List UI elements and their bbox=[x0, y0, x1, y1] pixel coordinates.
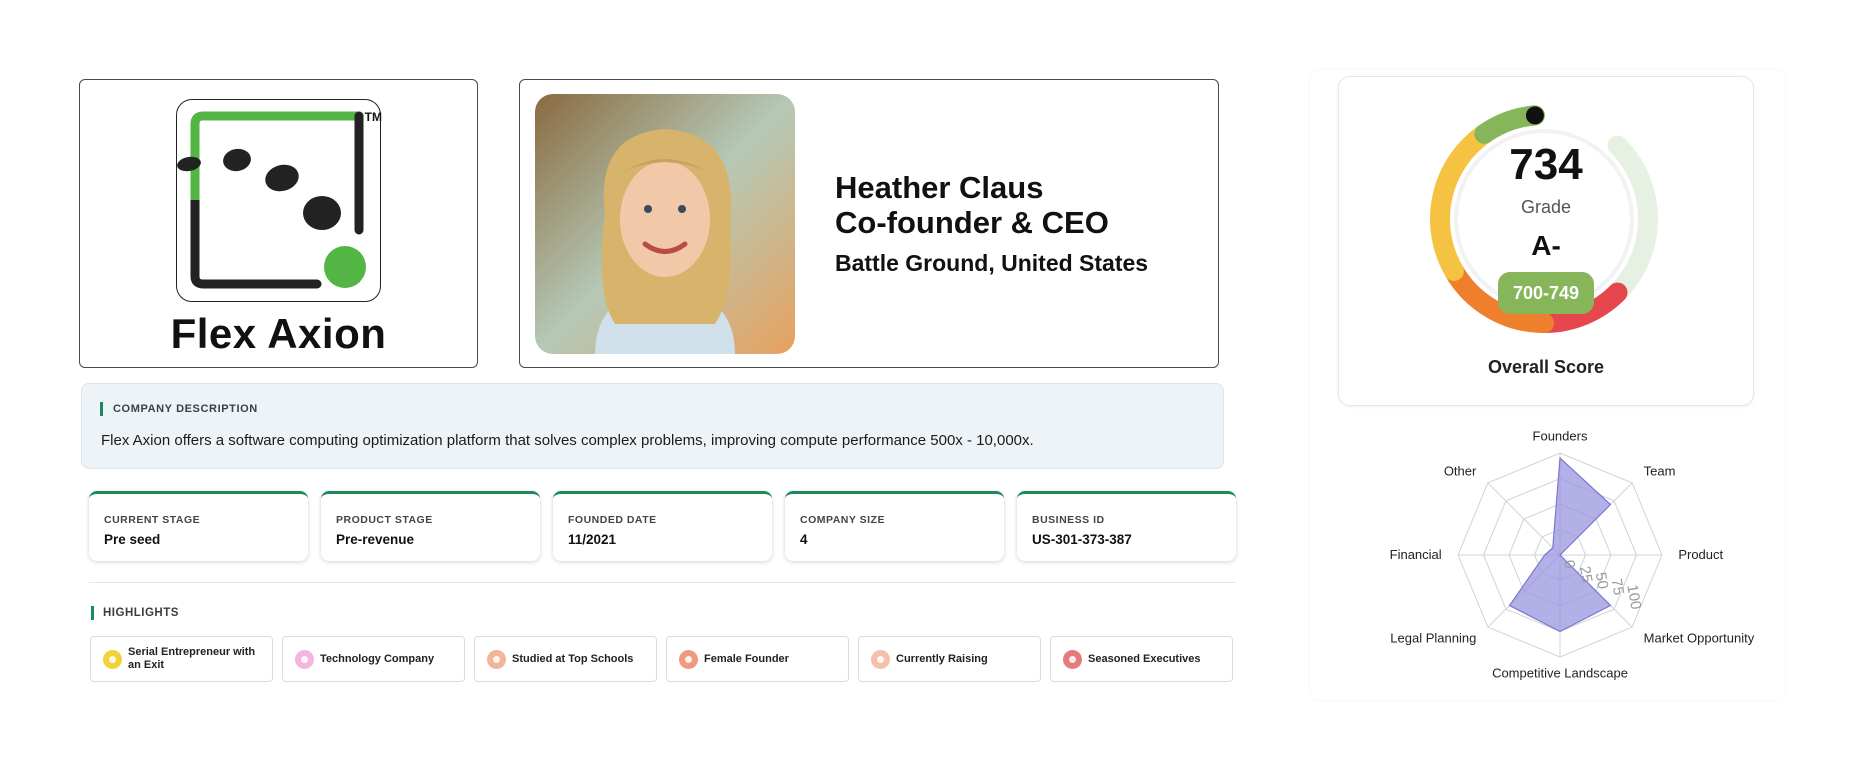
highlight-label: Studied at Top Schools bbox=[512, 652, 634, 665]
score-grade: A- bbox=[1531, 230, 1561, 261]
stat-label: PRODUCT STAGE bbox=[336, 514, 433, 526]
radar-axis-label: Market Opportunity bbox=[1644, 631, 1755, 646]
founder-role: Co-founder & CEO bbox=[835, 205, 1109, 240]
company-description-panel: COMPANY DESCRIPTION Flex Axion offers a … bbox=[81, 383, 1224, 469]
founder-name: Heather Claus bbox=[835, 170, 1044, 205]
radar-axis-label: Founders bbox=[1533, 429, 1588, 444]
score-value: 734 bbox=[1509, 140, 1583, 189]
stat-value: 4 bbox=[800, 532, 808, 547]
radar-axis-label: Legal Planning bbox=[1390, 631, 1476, 646]
radar-tick-label: 0 bbox=[1560, 559, 1578, 570]
stat-label: COMPANY SIZE bbox=[800, 514, 885, 526]
stat-label: CURRENT STAGE bbox=[104, 514, 201, 526]
radar-axis-label: Financial bbox=[1390, 547, 1442, 562]
stat-company-size: COMPANY SIZE 4 bbox=[785, 491, 1004, 561]
radar-axis-label: Competitive Landscape bbox=[1492, 665, 1628, 680]
radar-axis-label: Other bbox=[1444, 463, 1477, 478]
radar-tick-label: 100 bbox=[1623, 583, 1644, 611]
highlight-chip[interactable]: Serial Entrepreneur with an Exit bbox=[90, 636, 273, 682]
stat-value: Pre seed bbox=[104, 532, 161, 547]
highlight-chip[interactable]: Technology Company bbox=[282, 636, 465, 682]
user-icon bbox=[1063, 650, 1082, 669]
lightbulb-icon bbox=[103, 650, 122, 669]
highlight-label: Currently Raising bbox=[896, 652, 988, 665]
radar-axis-label: Team bbox=[1644, 463, 1676, 478]
radar-axis-label: Product bbox=[1678, 547, 1723, 562]
stat-label: FOUNDED DATE bbox=[568, 514, 657, 526]
highlight-chip[interactable]: Seasoned Executives bbox=[1050, 636, 1233, 682]
stat-business-id: BUSINESS ID US-301-373-387 bbox=[1017, 491, 1236, 561]
highlight-chip[interactable]: Studied at Top Schools bbox=[474, 636, 657, 682]
stat-founded-date: FOUNDED DATE 11/2021 bbox=[553, 491, 772, 561]
score-range-badge: 700-749 bbox=[1498, 272, 1594, 314]
stat-label: BUSINESS ID bbox=[1032, 514, 1105, 526]
company-description-text: Flex Axion offers a software computing o… bbox=[101, 432, 1034, 449]
section-divider bbox=[89, 582, 1236, 583]
founder-photo bbox=[535, 94, 795, 354]
founder-location: Battle Ground, United States bbox=[835, 250, 1149, 276]
dollar-icon bbox=[871, 650, 890, 669]
trademark-mark: TM bbox=[364, 110, 382, 124]
stat-value: Pre-revenue bbox=[336, 532, 415, 547]
female-icon bbox=[679, 650, 698, 669]
score-gauge-marker bbox=[1525, 106, 1544, 125]
highlight-chip[interactable]: Currently Raising bbox=[858, 636, 1041, 682]
highlight-label: Seasoned Executives bbox=[1088, 652, 1201, 665]
stat-product-stage: PRODUCT STAGE Pre-revenue bbox=[321, 491, 540, 561]
score-grade-label: Grade bbox=[1520, 197, 1572, 217]
company-description-label: COMPANY DESCRIPTION bbox=[100, 402, 258, 416]
stat-value: US-301-373-387 bbox=[1032, 532, 1132, 547]
company-logo: TM bbox=[176, 99, 382, 302]
stat-value: 11/2021 bbox=[568, 532, 617, 547]
company-logo-card: TM Flex Axion bbox=[79, 79, 478, 368]
radar-data-area bbox=[1508, 456, 1612, 633]
company-name: Flex Axion bbox=[170, 310, 387, 357]
highlights-title: HIGHLIGHTS bbox=[91, 606, 179, 620]
graduation-cap-icon bbox=[487, 650, 506, 669]
stat-current-stage: CURRENT STAGE Pre seed bbox=[89, 491, 308, 561]
gear-icon bbox=[295, 650, 314, 669]
score-caption: Overall Score bbox=[1487, 357, 1605, 377]
score-radar-chart: Founders Team Product Market Opportunity Com… bbox=[1390, 429, 1755, 680]
founder-card: Heather Claus Co-founder & CEO Battle Gr… bbox=[519, 79, 1219, 368]
company-logo-graphic bbox=[177, 111, 366, 289]
highlight-chip[interactable]: Female Founder bbox=[666, 636, 849, 682]
highlight-label: Serial Entrepreneur with an Exit bbox=[128, 646, 256, 671]
highlight-label: Female Founder bbox=[704, 652, 789, 665]
highlight-label: Technology Company bbox=[320, 652, 435, 665]
